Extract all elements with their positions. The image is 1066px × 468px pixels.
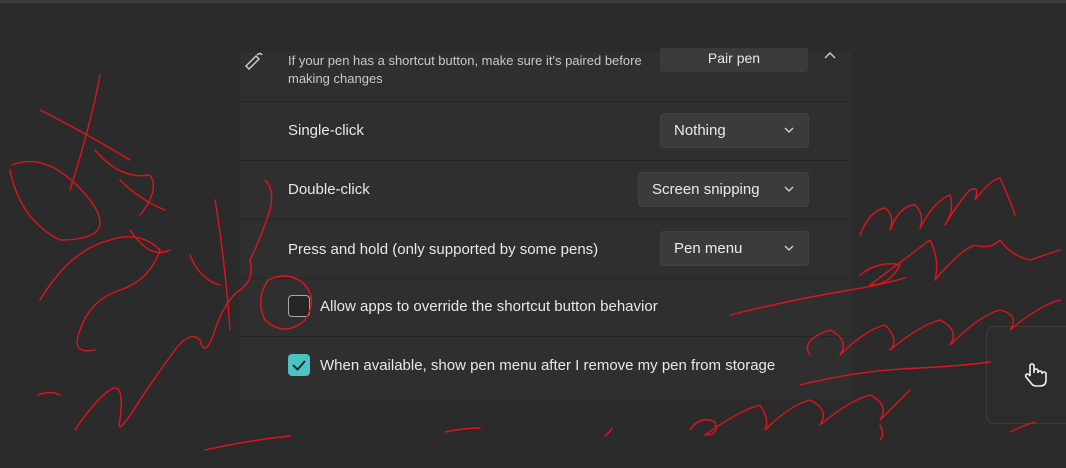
- ink-stroke: [444, 427, 481, 433]
- dropdown-value: Nothing: [674, 122, 726, 139]
- chevron-down-icon: [784, 245, 794, 251]
- checkmark-icon: [292, 360, 306, 371]
- ink-stroke: [604, 427, 613, 437]
- ink-stroke: [859, 177, 1016, 236]
- ink-stroke: [129, 229, 171, 254]
- press-and-hold-dropdown[interactable]: Pen menu: [660, 231, 809, 266]
- pair-pen-button[interactable]: Pair pen: [660, 48, 808, 72]
- ink-stroke: [37, 391, 61, 396]
- pair-pen-row: If your pen has a shortcut button, make …: [239, 48, 852, 102]
- chevron-down-icon: [784, 186, 794, 192]
- setting-row-single-click: Single-click Nothing: [239, 102, 852, 161]
- pen-icon: [245, 52, 263, 70]
- ink-stroke: [39, 236, 161, 352]
- chevron-down-icon: [784, 127, 794, 133]
- setting-row-double-click: Double-click Screen snipping: [239, 161, 852, 220]
- setting-label: Double-click: [288, 181, 370, 198]
- ink-stroke: [204, 435, 291, 451]
- ink-stroke: [69, 74, 101, 191]
- touch-hand-icon: [1024, 363, 1047, 387]
- ink-stroke: [39, 109, 131, 161]
- setting-label: Single-click: [288, 122, 364, 139]
- dropdown-value: Pen menu: [674, 240, 743, 257]
- checkbox-label: Allow apps to override the shortcut butt…: [320, 298, 658, 315]
- dropdown-value: Screen snipping: [652, 181, 760, 198]
- window-top-border: [0, 0, 1066, 3]
- ink-stroke: [9, 160, 101, 241]
- chevron-up-icon[interactable]: [823, 50, 837, 62]
- checkbox-row-show-pen-menu: When available, show pen menu after I re…: [239, 337, 852, 399]
- ink-stroke: [214, 199, 231, 331]
- double-click-dropdown[interactable]: Screen snipping: [638, 172, 809, 207]
- pair-pen-info-text: If your pen has a shortcut button, make …: [288, 53, 642, 86]
- ink-stroke: [94, 149, 154, 216]
- ink-stroke: [859, 239, 1061, 286]
- checkbox-label: When available, show pen menu after I re…: [320, 357, 776, 374]
- floating-touch-widget[interactable]: [986, 326, 1066, 424]
- show-pen-menu-checkbox[interactable]: [288, 354, 310, 376]
- single-click-dropdown[interactable]: Nothing: [660, 113, 809, 148]
- setting-row-press-and-hold: Press and hold (only supported by some p…: [239, 220, 852, 279]
- ink-stroke: [119, 179, 166, 211]
- setting-label: Press and hold (only supported by some p…: [288, 241, 599, 258]
- pen-shortcut-settings-panel: If your pen has a shortcut button, make …: [239, 48, 852, 399]
- allow-apps-override-checkbox[interactable]: [288, 295, 310, 317]
- ink-stroke: [879, 424, 884, 441]
- checkbox-row-allow-apps-override: Allow apps to override the shortcut butt…: [239, 279, 852, 337]
- ink-stroke: [189, 254, 221, 286]
